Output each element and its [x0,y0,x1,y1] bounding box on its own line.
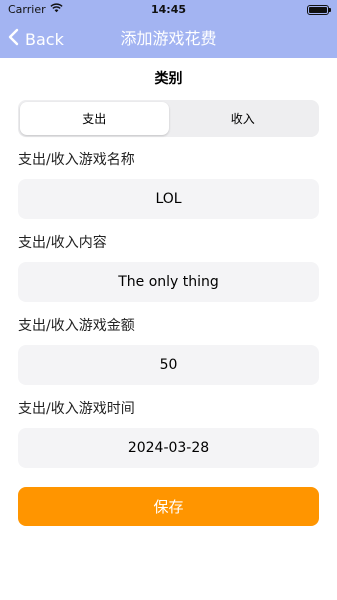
category-title: 类别 [154,71,183,87]
status-time: 14:45 [150,3,186,16]
content-label: 支出/收入内容 [18,235,107,251]
segment-income[interactable]: 收入 [169,102,318,135]
segment-expense[interactable]: 支出 [20,102,169,135]
content-field[interactable]: The only thing [18,262,319,302]
date-label: 支出/收入游戏时间 [18,401,135,417]
page-title: 添加游戏花费 [120,29,217,48]
amount-label: 支出/收入游戏金额 [18,318,135,334]
status-bar: Carrier 14:45 [0,0,337,20]
navigation-bar: Back 添加游戏花费 [0,20,337,58]
game-name-field[interactable]: LOL [18,179,319,219]
save-button[interactable]: 保存 [18,487,319,526]
date-field[interactable]: 2024-03-28 [18,428,319,468]
amount-field[interactable]: 50 [18,345,319,385]
battery-icon [307,5,331,15]
category-segmented-control: 支出 收入 [18,100,319,137]
game-name-label: 支出/收入游戏名称 [18,152,135,168]
